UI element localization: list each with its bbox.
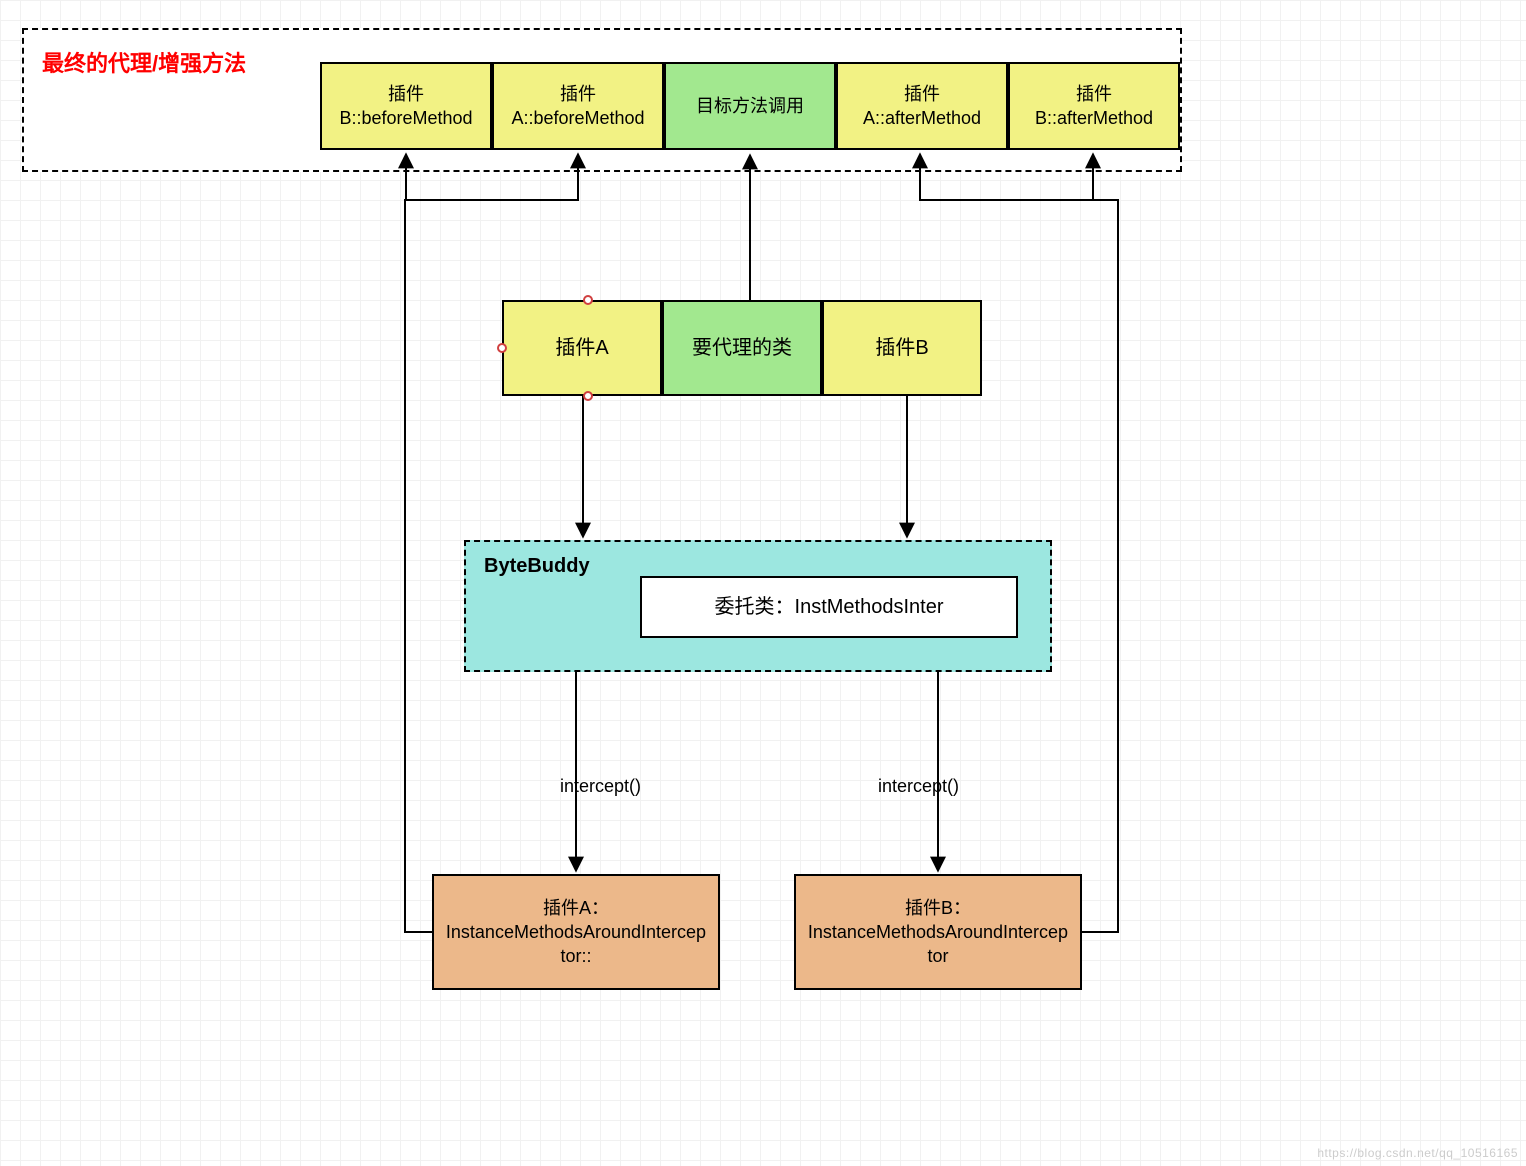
box-proxy-class: 要代理的类 — [662, 300, 822, 396]
box-delegate-class: 委托类：InstMethodsInter — [640, 576, 1018, 638]
box-target: 目标方法调用 — [664, 62, 836, 150]
watermark: https://blog.csdn.net/qq_10516165 — [1317, 1146, 1518, 1160]
box-interceptor-b: 插件B：InstanceMethodsAroundInterceptor — [794, 874, 1082, 990]
label-intercept-left: intercept() — [560, 776, 641, 797]
conn-dot-3 — [583, 391, 593, 401]
conn-dot-2 — [497, 343, 507, 353]
label-intercept-right: intercept() — [878, 776, 959, 797]
box-interceptor-a: 插件A：InstanceMethodsAroundInterceptor:: — [432, 874, 720, 990]
box-b-after: 插件B::afterMethod — [1008, 62, 1180, 150]
conn-dot-1 — [583, 295, 593, 305]
box-a-after: 插件A::afterMethod — [836, 62, 1008, 150]
box-plugin-b: 插件B — [822, 300, 982, 396]
box-a-before: 插件A::beforeMethod — [492, 62, 664, 150]
top-title: 最终的代理/增强方法 — [42, 46, 246, 78]
box-plugin-a: 插件A — [502, 300, 662, 396]
box-b-before: 插件B::beforeMethod — [320, 62, 492, 150]
bytebuddy-title: ByteBuddy — [484, 555, 590, 578]
